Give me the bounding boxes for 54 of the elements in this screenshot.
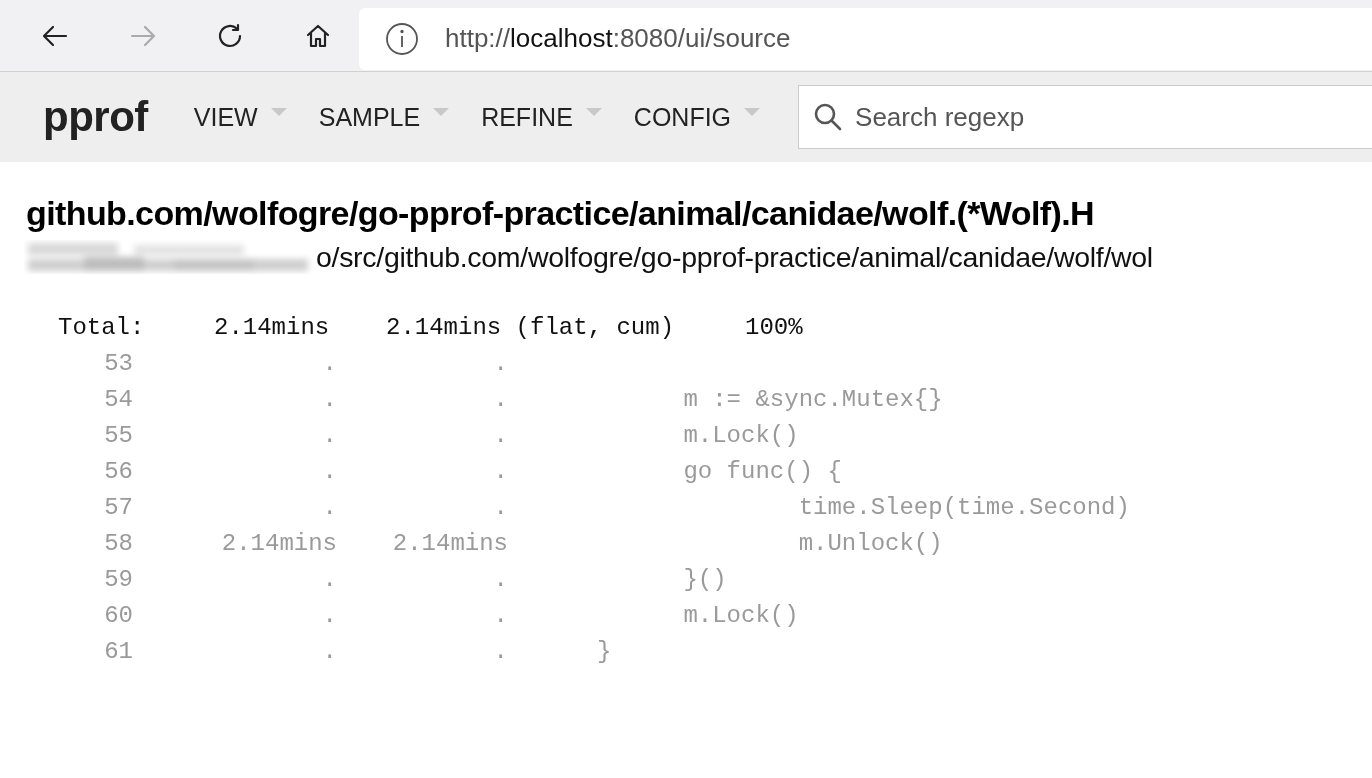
- cum-value: .: [492, 637, 508, 665]
- menu-button[interactable]: REFINE: [475, 96, 609, 138]
- flat-value: 2.14mins: [220, 529, 337, 557]
- info-icon[interactable]: [385, 21, 419, 56]
- flat-value: .: [321, 565, 337, 593]
- source-code: m.Lock(): [682, 421, 799, 449]
- total-label: Total:: [58, 313, 146, 341]
- source-code: }: [597, 637, 612, 665]
- source-code: time.Sleep(time.Second): [797, 493, 1130, 521]
- line-number: 56: [103, 457, 133, 485]
- line-number: 61: [103, 637, 133, 665]
- caret-icon: [269, 107, 288, 117]
- source-code: }(): [682, 565, 727, 593]
- cum-value: .: [492, 385, 508, 413]
- logo: pprof: [43, 93, 148, 141]
- caret-icon: [432, 107, 451, 117]
- search-icon: [813, 102, 844, 132]
- cum-value: .: [492, 421, 508, 449]
- line-number: 57: [103, 493, 133, 521]
- caret-icon: [743, 107, 762, 117]
- menu-button[interactable]: VIEW: [187, 96, 294, 138]
- line-number: 53: [103, 349, 133, 377]
- flat-value: .: [321, 637, 337, 665]
- line-number: 58: [103, 529, 133, 557]
- line-number: 59: [103, 565, 133, 593]
- flat-value: .: [321, 349, 337, 377]
- line-number: 60: [103, 601, 133, 629]
- cum-value: 2.14mins: [391, 529, 508, 557]
- caret-icon: [584, 107, 603, 117]
- line-number: 55: [103, 421, 133, 449]
- menu-button[interactable]: CONFIG: [627, 96, 768, 138]
- flat-value: .: [321, 457, 337, 485]
- cum-value: .: [492, 349, 508, 377]
- source-code: m := &sync.Mutex{}: [682, 385, 943, 413]
- source-code: m.Unlock(): [797, 529, 943, 557]
- cum-value: .: [492, 493, 508, 521]
- cum-value: .: [492, 565, 508, 593]
- flat-value: .: [321, 385, 337, 413]
- flat-value: .: [321, 601, 337, 629]
- cum-value: .: [492, 601, 508, 629]
- flat-value: 2.14mins: [214, 313, 331, 341]
- file-path: o/src/github.com/wolfogre/go-pprof-practice/animal/canidae/wolf/wol: [316, 240, 1153, 274]
- source-code: go func() {: [682, 457, 842, 485]
- url-text: http://localhost:8080/ui/source: [445, 23, 791, 54]
- flat-value: .: [321, 421, 337, 449]
- cum-value: .: [492, 457, 508, 485]
- line-number: 54: [103, 385, 133, 413]
- address-field[interactable]: http://localhost:8080/ui/source: [359, 7, 1372, 70]
- percent-value: 100%: [745, 313, 803, 341]
- source-code: m.Lock(): [682, 601, 799, 629]
- menu-button[interactable]: SAMPLE: [312, 96, 457, 138]
- function-title: github.com/wolfogre/go-pprof-practice/animal/canidae/wolf.(*Wolf).H: [25, 194, 1095, 233]
- flat-value: .: [321, 493, 337, 521]
- cum-value: 2.14mins (flat, cum): [386, 313, 676, 341]
